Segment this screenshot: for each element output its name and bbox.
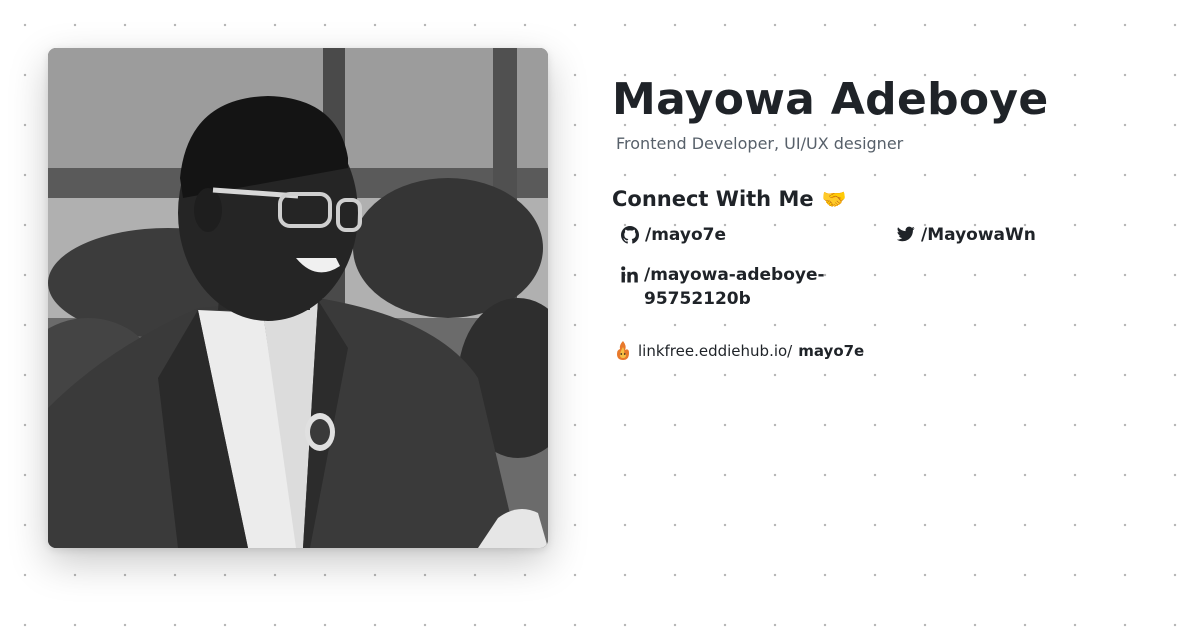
profile-info: Mayowa Adeboye Frontend Developer, UI/UX… (612, 74, 1172, 361)
twitter-link[interactable]: /MayowaWn (897, 223, 1147, 247)
github-handle: /mayo7e (645, 225, 726, 245)
profile-name: Mayowa Adeboye (612, 74, 1049, 125)
twitter-icon (897, 226, 915, 242)
linkedin-link[interactable]: /mayowa-adeboye-95752120b (621, 263, 897, 311)
linkedin-handle: /mayowa-adeboye-95752120b (644, 265, 825, 309)
linkfree-username: mayo7e (798, 342, 865, 360)
profile-photo-image (48, 48, 548, 548)
linkfree-prefix: linkfree.eddiehub.io/ (638, 342, 793, 360)
github-link[interactable]: /mayo7e (621, 223, 897, 247)
handshake-emoji: 🤝 (821, 187, 847, 211)
twitter-handle: /MayowaWn (921, 225, 1036, 245)
profile-photo (48, 48, 548, 548)
github-icon (621, 226, 639, 244)
profile-role: Frontend Developer, UI/UX designer (616, 134, 904, 153)
linkedin-icon (621, 266, 638, 283)
connect-heading-text: Connect With Me (612, 187, 814, 211)
connect-heading: Connect With Me 🤝 (612, 187, 1172, 211)
social-links: /mayo7e /MayowaWn /mayowa-adeboye-957521… (621, 223, 1172, 311)
linkfree-link[interactable]: linkfree.eddiehub.io/ mayo7e (614, 341, 1172, 361)
linkfree-logo-icon (617, 341, 629, 360)
